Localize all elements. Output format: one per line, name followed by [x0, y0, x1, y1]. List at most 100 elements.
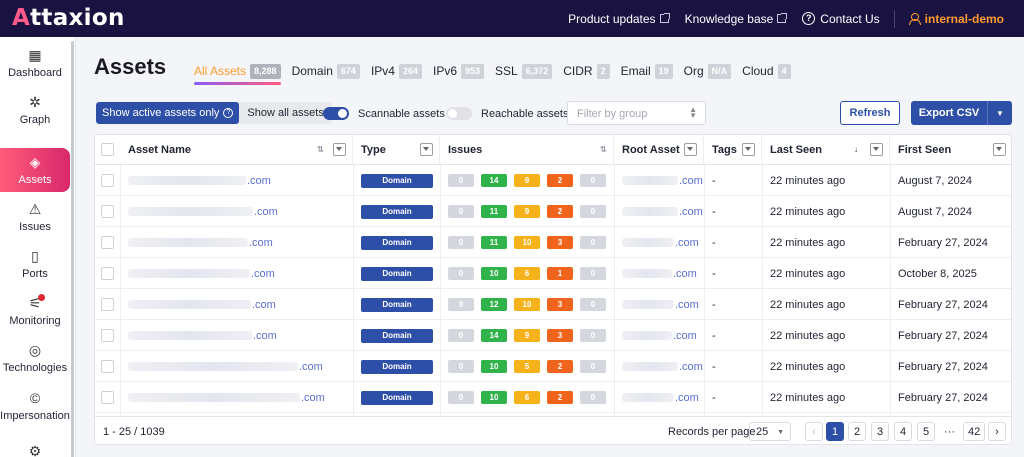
issue-count-badge[interactable]: 14 [481, 329, 507, 342]
tab-all-assets[interactable]: All Assets 8,288 [194, 63, 281, 85]
attaxion-logo[interactable]: Attaxion [12, 5, 125, 31]
filter-icon[interactable] [333, 143, 346, 156]
asset-name-cell[interactable]: .com [120, 382, 353, 413]
group-filter-select[interactable]: Filter by group ▲ ▼ [567, 101, 706, 125]
issue-count-badge[interactable]: 3 [547, 236, 573, 249]
issue-count-badge[interactable]: 10 [481, 391, 507, 404]
table-row[interactable]: .com Domain 0 14 9 3 0 .com -22 minutes ago Febru… [95, 320, 1011, 351]
issue-count-badge[interactable]: 10 [514, 298, 540, 311]
asset-name-link[interactable]: .com [251, 268, 275, 280]
page-5-button[interactable]: 5 [917, 422, 935, 441]
next-page-button[interactable]: › [988, 422, 1006, 441]
asset-name-link[interactable]: .com [252, 299, 276, 311]
root-asset-cell[interactable]: .com [614, 258, 697, 289]
table-row[interactable]: .com Domain 0 10 6 1 0 .com -22 minutes ago Octob… [95, 258, 1011, 289]
filter-icon[interactable] [420, 143, 433, 156]
asset-name-cell[interactable]: .com [120, 165, 353, 196]
sidebar-item-assets[interactable]: ◈ Assets [0, 148, 70, 192]
contact-us-link[interactable]: ? Contact Us [794, 12, 887, 26]
issue-count-badge[interactable]: 2 [547, 391, 573, 404]
show-active-assets-button[interactable]: Show active assets only? [96, 102, 240, 124]
tab-org[interactable]: Org N/A [684, 63, 732, 79]
row-checkbox[interactable] [101, 174, 114, 187]
previous-page-button[interactable]: ‹ [805, 422, 823, 441]
asset-name-cell[interactable]: .com [120, 289, 353, 320]
table-row[interactable]: .com Domain 0 11 10 3 0 .com -22 minutes ago Febr… [95, 227, 1011, 258]
root-asset-cell[interactable]: .com [614, 227, 699, 258]
root-asset-link[interactable]: .com [673, 268, 697, 280]
issues-cell[interactable]: 0 12 10 3 0 [440, 289, 613, 320]
sidebar-item-issues[interactable]: ⚠ Issues [0, 195, 70, 239]
issue-count-badge[interactable]: 5 [514, 360, 540, 373]
issue-count-badge[interactable]: 9 [514, 205, 540, 218]
table-row[interactable]: .com Domain 0 14 9 2 0 .com -22 minutes ago Augus… [95, 165, 1011, 196]
table-row[interactable]: .com Domain 0 12 10 3 0 .com -22 minutes ago Febr… [95, 289, 1011, 320]
issue-count-badge[interactable]: 11 [481, 205, 507, 218]
reachable-toggle[interactable] [446, 107, 472, 120]
issue-count-badge[interactable]: 1 [547, 267, 573, 280]
issue-count-badge[interactable]: 0 [448, 360, 474, 373]
sort-icon[interactable]: ⇅ [600, 145, 607, 154]
row-checkbox[interactable] [101, 391, 114, 404]
root-asset-cell[interactable]: .com [614, 196, 703, 227]
issue-count-badge[interactable]: 12 [481, 298, 507, 311]
select-all-checkbox[interactable] [101, 143, 114, 156]
row-checkbox[interactable] [101, 298, 114, 311]
column-header-issues[interactable]: Issues ⇅ [440, 135, 614, 165]
root-asset-cell[interactable]: .com [614, 289, 699, 320]
sort-descending-icon[interactable]: ↓ [854, 145, 858, 154]
issue-count-badge[interactable]: 0 [580, 267, 606, 280]
issue-count-badge[interactable]: 0 [448, 205, 474, 218]
issue-count-badge[interactable]: 0 [448, 329, 474, 342]
issue-count-badge[interactable]: 2 [547, 360, 573, 373]
records-per-page-select[interactable]: 25 ▼ [749, 422, 791, 441]
root-asset-link[interactable]: .com [679, 206, 703, 218]
scannable-toggle[interactable] [323, 107, 349, 120]
issue-count-badge[interactable]: 9 [514, 174, 540, 187]
asset-name-cell[interactable]: .com [120, 351, 353, 382]
page-3-button[interactable]: 3 [871, 422, 889, 441]
table-row[interactable]: .com Domain 0 10 5 2 0 .com -22 minutes ago Febru… [95, 351, 1011, 382]
column-header-root-asset[interactable]: Root Asset [614, 135, 704, 165]
show-all-assets-button[interactable]: Show all assets [239, 102, 331, 124]
asset-name-cell[interactable]: .com [120, 196, 353, 227]
row-checkbox[interactable] [101, 205, 114, 218]
issue-count-badge[interactable]: 0 [448, 267, 474, 280]
issue-count-badge[interactable]: 10 [481, 360, 507, 373]
root-asset-cell[interactable]: .com [614, 165, 703, 196]
issue-count-badge[interactable]: 3 [547, 329, 573, 342]
table-row[interactable]: .com Domain 0 10 6 2 0 .com -22 minutes ago Febru… [95, 382, 1011, 413]
page-1-button[interactable]: 1 [826, 422, 844, 441]
root-asset-cell[interactable]: .com [614, 351, 703, 382]
table-row[interactable]: .com Domain 0 11 9 2 0 .com -22 minutes ago Augus… [95, 196, 1011, 227]
issues-cell[interactable]: 0 11 9 2 0 [440, 196, 613, 227]
row-checkbox[interactable] [101, 267, 114, 280]
root-asset-link[interactable]: .com [675, 299, 699, 311]
row-checkbox[interactable] [101, 360, 114, 373]
root-asset-cell[interactable]: .com [614, 382, 699, 413]
asset-name-link[interactable]: .com [301, 392, 325, 404]
asset-name-link[interactable]: .com [299, 361, 323, 373]
issues-cell[interactable]: 0 10 6 1 0 [440, 258, 613, 289]
issue-count-badge[interactable]: 3 [547, 298, 573, 311]
asset-name-link[interactable]: .com [247, 175, 271, 187]
tab-cidr[interactable]: CIDR 2 [563, 63, 610, 79]
issues-cell[interactable]: 0 11 10 3 0 [440, 227, 613, 258]
asset-name-cell[interactable]: .com [120, 320, 353, 351]
issue-count-badge[interactable]: 0 [448, 298, 474, 311]
column-header-first-seen[interactable]: First Seen [890, 135, 1011, 165]
filter-icon[interactable] [993, 143, 1006, 156]
asset-name-link[interactable]: .com [249, 237, 273, 249]
issue-count-badge[interactable]: 9 [514, 329, 540, 342]
sidebar-scrollbar[interactable] [71, 41, 74, 457]
column-header-last-seen[interactable]: Last Seen ↓ [762, 135, 890, 165]
sidebar-item-settings[interactable]: ⚙ [0, 431, 70, 457]
tab-email[interactable]: Email 19 [621, 63, 673, 79]
tab-cloud[interactable]: Cloud 4 [742, 63, 791, 79]
issue-count-badge[interactable]: 6 [514, 267, 540, 280]
tab-domain[interactable]: Domain 674 [292, 63, 360, 79]
root-asset-link[interactable]: .com [679, 361, 703, 373]
user-menu[interactable]: internal-demo [901, 12, 1012, 26]
issue-count-badge[interactable]: 0 [580, 360, 606, 373]
page-2-button[interactable]: 2 [848, 422, 866, 441]
